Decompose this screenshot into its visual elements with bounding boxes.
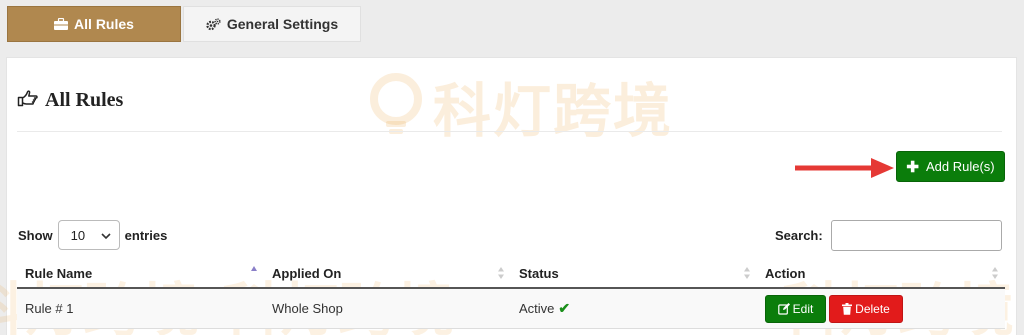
show-label: Show bbox=[18, 227, 53, 243]
sort-asc-icon bbox=[251, 266, 257, 271]
sort-both-icon bbox=[992, 267, 998, 279]
entries-select-value: 10 bbox=[70, 227, 86, 243]
chevron-down-icon bbox=[101, 228, 111, 243]
tab-general-settings-label: General Settings bbox=[226, 16, 339, 32]
table-header: Rule Name Applied On Status Action bbox=[17, 259, 1005, 289]
tab-general-settings[interactable]: General Settings bbox=[183, 6, 361, 42]
tab-all-rules[interactable]: All Rules bbox=[7, 6, 181, 42]
panel-heading: All Rules bbox=[17, 89, 123, 112]
cell-rule-name: Rule # 1 bbox=[25, 301, 74, 316]
delete-button[interactable]: Delete bbox=[829, 294, 903, 323]
trash-icon bbox=[842, 302, 853, 315]
column-header-status[interactable]: Status bbox=[511, 259, 757, 287]
watermark-logo-icon bbox=[370, 73, 422, 134]
sort-both-icon bbox=[498, 267, 504, 279]
cogs-icon bbox=[206, 17, 221, 31]
tab-bar: All Rules General Settings bbox=[7, 6, 361, 42]
plus-icon: ✚ bbox=[906, 158, 919, 176]
cell-status: Active ✔ bbox=[511, 300, 757, 317]
add-rule-button[interactable]: ✚ Add Rule(s) bbox=[896, 151, 1005, 182]
red-arrow-icon bbox=[795, 158, 894, 178]
hand-pointing-icon bbox=[17, 89, 39, 112]
cell-action: Edit Delete bbox=[757, 294, 1005, 323]
table-row: Rule # 1 Whole Shop Active ✔ Edit Delete bbox=[17, 289, 1005, 329]
check-icon: ✔ bbox=[558, 300, 571, 316]
page-title: All Rules bbox=[45, 89, 124, 111]
column-header-applied-on[interactable]: Applied On bbox=[264, 259, 511, 287]
column-header-action[interactable]: Action bbox=[757, 259, 1005, 287]
entries-label: entries bbox=[124, 227, 168, 243]
tab-all-rules-label: All Rules bbox=[74, 16, 134, 32]
rules-table: Rule Name Applied On Status Action Rule … bbox=[17, 259, 1005, 329]
search-input[interactable] bbox=[830, 220, 1002, 251]
entries-length-control: Show 10 entries bbox=[18, 220, 167, 250]
status-text: Active bbox=[519, 301, 555, 316]
search-control: Search: bbox=[775, 220, 1002, 251]
edit-icon bbox=[777, 302, 790, 315]
cell-applied-on: Whole Shop bbox=[272, 301, 343, 316]
column-header-rule-name[interactable]: Rule Name bbox=[17, 259, 264, 287]
add-rule-button-label: Add Rule(s) bbox=[925, 159, 995, 174]
edit-button-label: Edit bbox=[792, 301, 814, 316]
search-label: Search: bbox=[775, 228, 823, 243]
rules-panel: 科灯跨境 科灯跨境 科灯跨境 科灯跨境 All Rules ✚ Add Rule… bbox=[0, 57, 1017, 335]
heading-divider bbox=[17, 131, 1002, 132]
briefcase-icon bbox=[54, 18, 69, 30]
sort-both-icon bbox=[744, 267, 750, 279]
edit-button[interactable]: Edit bbox=[765, 294, 826, 323]
delete-button-label: Delete bbox=[855, 301, 890, 316]
entries-select[interactable]: 10 bbox=[57, 220, 120, 250]
watermark: 科灯跨境 bbox=[369, 66, 769, 146]
